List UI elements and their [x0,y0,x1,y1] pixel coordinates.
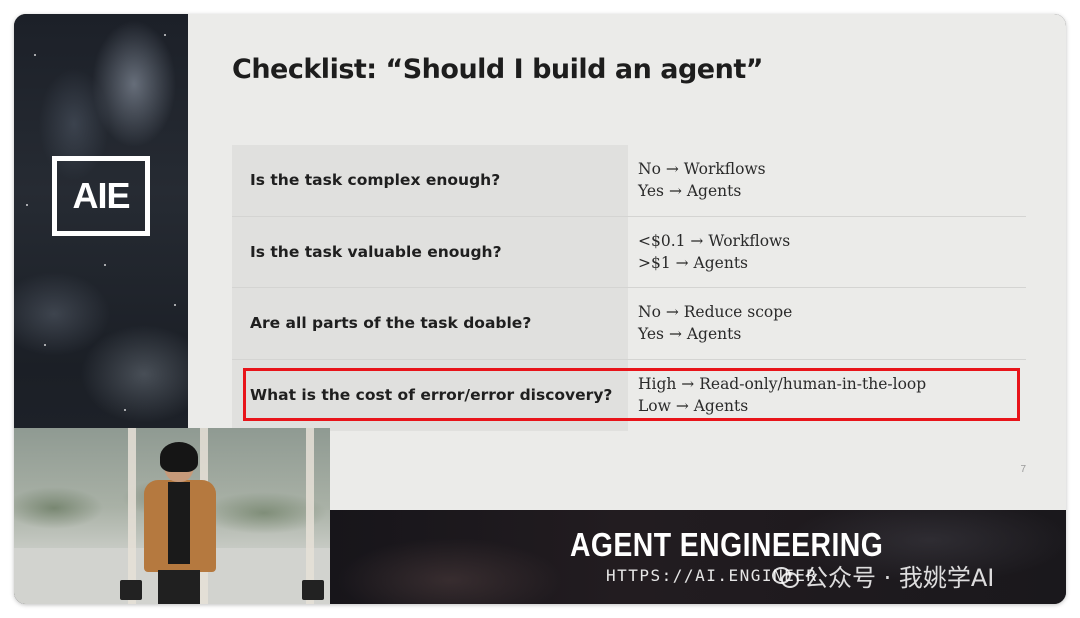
light-stand [302,580,324,600]
star [164,34,166,36]
star [174,304,176,306]
answer-line: <$0.1 → Workflows [638,231,791,250]
video-frame: AIE Checklist: “Should I build an agent”… [14,14,1066,604]
aie-logo: AIE [52,156,150,236]
logo-text: AIE [72,175,130,216]
star [104,264,106,266]
highlight-box [243,368,1020,421]
answer-cell: <$0.1 → Workflows >$1 → Agents [628,216,1026,287]
answer-line: No → Workflows [638,160,766,179]
event-banner: AGENT ENGINEERING HTTPS://AI.ENGINEER 公众… [330,510,1066,604]
page-number: 7 [1020,464,1026,475]
window-pillar [128,428,136,604]
table-row: Is the task complex enough? No → Workflo… [232,145,1026,217]
answer-line: No → Reduce scope [638,303,793,322]
question-cell: Is the task complex enough? [232,145,628,216]
star [26,204,28,206]
star [34,54,36,56]
answer-cell: No → Workflows Yes → Agents [628,145,1026,216]
wechat-icon [772,565,799,588]
speaker-hair [160,442,198,472]
table-row: Is the task valuable enough? <$0.1 → Wor… [232,216,1026,288]
answer-line: >$1 → Agents [638,253,749,272]
answer-line: Yes → Agents [638,325,742,344]
watermark: 公众号 · 我姚学AI [772,558,994,593]
question-cell: Are all parts of the task doable? [232,288,628,359]
speaker-camera-feed [14,428,330,604]
star [44,344,46,346]
speaker-shirt [168,482,190,564]
table-row: Are all parts of the task doable? No → R… [232,288,1026,360]
window-pillar [306,428,314,604]
question-cell: Is the task valuable enough? [232,216,628,287]
speaker-legs [158,570,200,604]
star [124,409,126,411]
slide-title: Checklist: “Should I build an agent” [232,54,763,85]
speaker [140,442,220,604]
answer-line: Yes → Agents [638,182,742,201]
watermark-text: 公众号 · 我姚学AI [804,564,995,592]
answer-cell: No → Reduce scope Yes → Agents [628,288,1026,359]
light-stand [120,580,142,600]
